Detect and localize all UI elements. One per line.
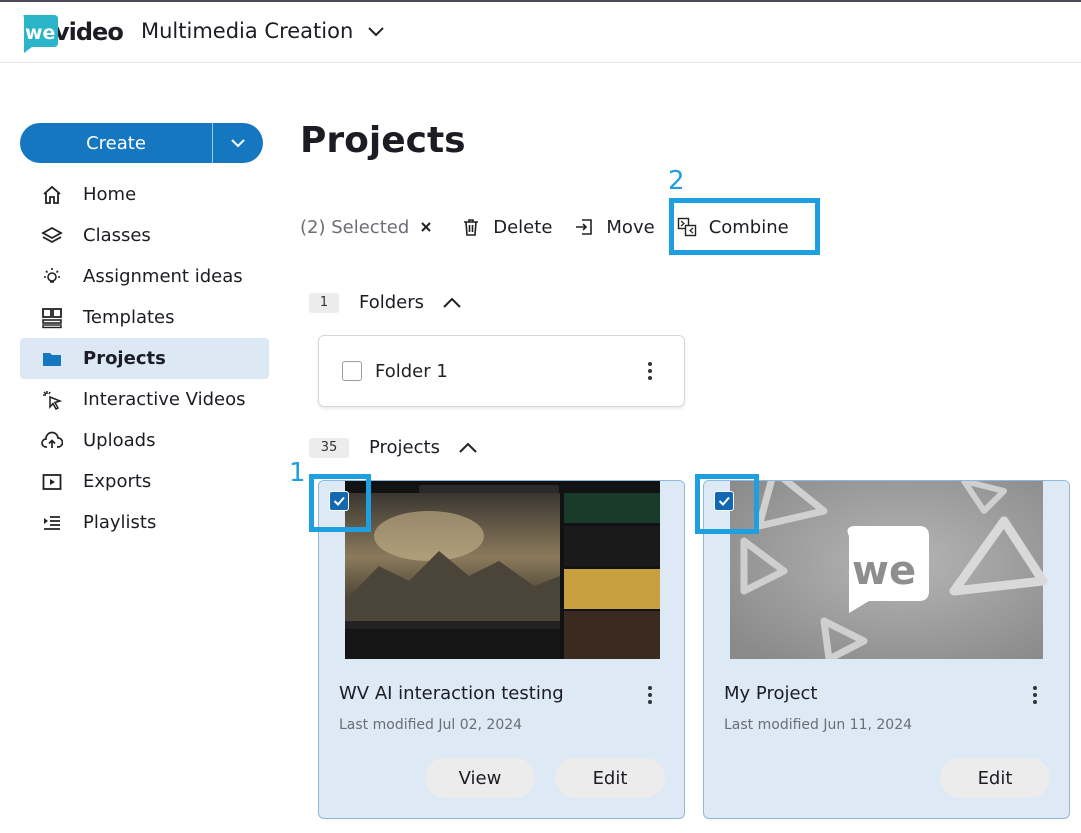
play-box-icon <box>40 470 64 494</box>
projects-section-label: Projects <box>369 437 440 458</box>
logo-we-text: we <box>25 22 55 44</box>
create-button[interactable]: Create <box>20 123 213 163</box>
sidebar-item-home[interactable]: Home <box>20 174 269 215</box>
chevron-down-icon <box>368 27 384 37</box>
more-options-icon[interactable] <box>1033 686 1037 704</box>
sidebar-item-exports[interactable]: Exports <box>20 461 269 502</box>
cursor-click-icon <box>40 388 64 412</box>
view-button[interactable]: View <box>425 758 535 798</box>
annotation-highlight-checkbox-1 <box>309 474 371 532</box>
sidebar-item-label: Interactive Videos <box>83 389 246 410</box>
logo-word: video <box>54 18 124 46</box>
home-icon <box>40 183 64 207</box>
move-label: Move <box>606 216 655 238</box>
projects-section-header[interactable]: 35 Projects <box>309 437 478 458</box>
folder-icon <box>40 347 64 371</box>
logo-badge-icon: we <box>20 13 58 53</box>
we-logo-text: we <box>852 548 916 594</box>
chevron-up-icon <box>458 441 478 455</box>
workspace-switcher[interactable]: Multimedia Creation <box>141 19 385 43</box>
clear-selection-icon[interactable] <box>419 220 433 234</box>
annotation-number-2: 2 <box>668 166 685 196</box>
move-button[interactable]: Move <box>574 216 655 238</box>
sidebar-item-templates[interactable]: Templates <box>20 297 269 338</box>
project-title: WV AI interaction testing <box>339 683 564 704</box>
sidebar-item-label: Uploads <box>83 430 156 451</box>
layers-icon <box>40 224 64 248</box>
create-dropdown-button[interactable] <box>213 123 263 163</box>
workspace-name: Multimedia Creation <box>141 19 354 43</box>
project-modified: Last modified Jun 11, 2024 <box>724 717 913 733</box>
sidebar-item-playlists[interactable]: Playlists <box>20 502 269 543</box>
annotation-number-1: 1 <box>289 458 306 488</box>
more-options-icon[interactable] <box>648 686 652 704</box>
sidebar-item-label: Classes <box>83 225 151 246</box>
project-title: My Project <box>724 683 818 704</box>
sidebar-item-label: Exports <box>83 471 152 492</box>
sidebar-item-label: Playlists <box>83 512 157 533</box>
move-icon <box>576 219 593 235</box>
project-thumbnail[interactable] <box>319 481 684 659</box>
delete-button[interactable]: Delete <box>461 217 552 238</box>
edit-button[interactable]: Edit <box>940 758 1050 798</box>
selected-count: (2) Selected <box>300 216 410 238</box>
edit-button[interactable]: Edit <box>555 758 665 798</box>
sidebar-item-classes[interactable]: Classes <box>20 215 269 256</box>
sidebar-item-uploads[interactable]: Uploads <box>20 420 269 461</box>
trash-icon <box>464 219 479 236</box>
sidebar-item-label: Home <box>83 184 137 205</box>
folders-section-header[interactable]: 1 Folders <box>309 292 462 313</box>
page-title: Projects <box>300 120 466 161</box>
templates-icon <box>40 306 64 330</box>
chevron-up-icon <box>442 296 462 310</box>
folders-count-badge: 1 <box>309 292 339 313</box>
create-button-group: Create <box>20 123 263 163</box>
sidebar-item-label: Assignment ideas <box>83 266 243 287</box>
sidebar-nav: Home Classes Assignment ideas Templates … <box>20 174 269 543</box>
folder-card[interactable]: Folder 1 <box>318 335 685 407</box>
playlist-icon <box>40 511 64 535</box>
folder-name: Folder 1 <box>375 360 448 382</box>
annotation-highlight-combine <box>669 198 820 255</box>
sidebar-item-label: Templates <box>83 307 175 328</box>
folder-checkbox[interactable] <box>342 361 362 381</box>
project-modified: Last modified Jul 02, 2024 <box>339 717 523 733</box>
project-card[interactable]: WV AI interaction testing Last modified … <box>318 480 685 819</box>
lightbulb-icon <box>40 265 64 289</box>
wevideo-logo[interactable]: we video <box>20 12 124 53</box>
delete-label: Delete <box>493 216 553 238</box>
sidebar-item-projects[interactable]: Projects <box>20 338 269 379</box>
projects-count-badge: 35 <box>309 437 349 458</box>
sidebar-item-assignment-ideas[interactable]: Assignment ideas <box>20 256 269 297</box>
more-options-icon[interactable] <box>648 362 652 380</box>
sidebar-item-label: Projects <box>83 348 166 369</box>
app-header: we video Multimedia Creation <box>0 2 1081 63</box>
cloud-upload-icon <box>40 429 64 453</box>
chevron-down-icon <box>231 139 245 148</box>
sidebar-item-interactive-videos[interactable]: Interactive Videos <box>20 379 269 420</box>
annotation-highlight-checkbox-2 <box>695 474 759 534</box>
folders-section-label: Folders <box>359 292 425 313</box>
